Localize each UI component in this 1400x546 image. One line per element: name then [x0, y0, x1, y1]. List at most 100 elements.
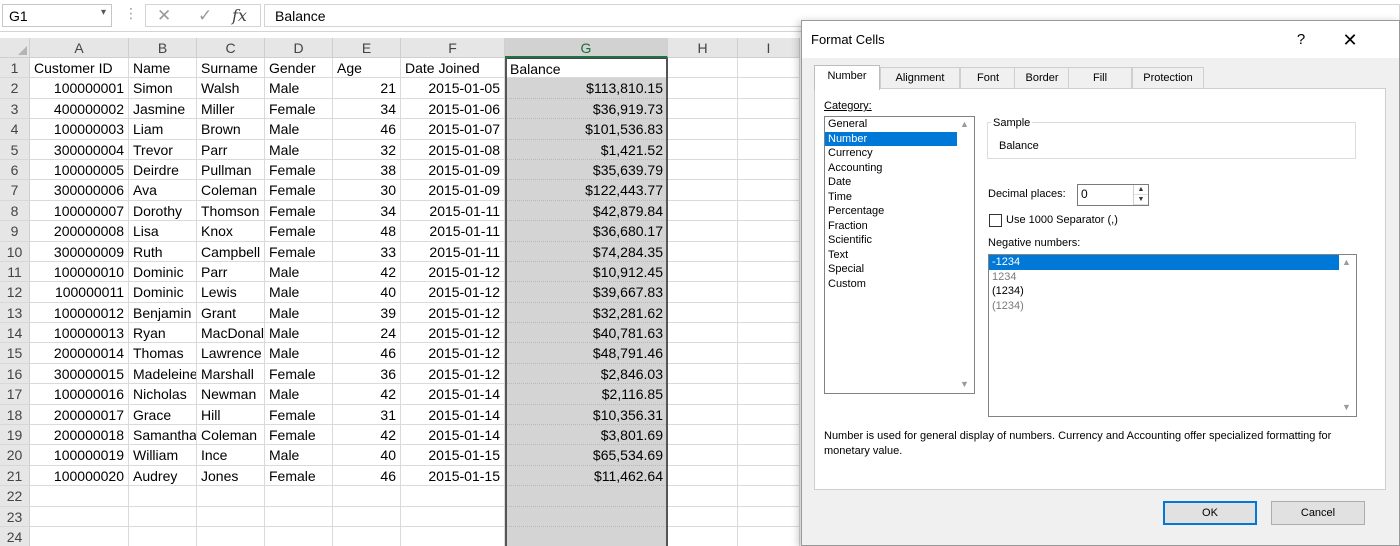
cell-i4[interactable] [738, 119, 800, 140]
cell-d5[interactable]: Male [265, 139, 333, 160]
cell-c21[interactable]: Jones [197, 465, 265, 487]
scroll-up-icon[interactable]: ▲ [960, 119, 969, 129]
cell-e13[interactable]: 39 [333, 302, 401, 324]
cell-g2[interactable]: $113,810.15 [505, 78, 668, 99]
cell-e1[interactable]: Age [333, 58, 401, 79]
cell-i22[interactable] [738, 486, 800, 507]
cell-f14[interactable]: 2015-01-12 [401, 323, 505, 344]
cell-d15[interactable]: Male [265, 343, 333, 364]
cell-d1[interactable]: Gender [265, 58, 333, 79]
cell-c24[interactable] [197, 526, 265, 546]
cell-f4[interactable]: 2015-01-07 [401, 119, 505, 140]
cell-a21[interactable]: 100000020 [30, 465, 129, 487]
cell-h6[interactable] [668, 159, 738, 181]
cell-b16[interactable]: Madeleine [129, 363, 197, 385]
cell-b21[interactable]: Audrey [129, 465, 197, 487]
cell-a16[interactable]: 300000015 [30, 363, 129, 385]
cell-h14[interactable] [668, 323, 738, 344]
cell-h13[interactable] [668, 302, 738, 324]
cell-h10[interactable] [668, 241, 738, 262]
cell-c11[interactable]: Parr [197, 261, 265, 283]
cell-g15[interactable]: $48,791.46 [505, 343, 668, 364]
row-header[interactable]: 10 [0, 241, 30, 262]
cell-a3[interactable]: 400000002 [30, 98, 129, 120]
row-header[interactable]: 9 [0, 221, 30, 242]
cell-e9[interactable]: 48 [333, 221, 401, 242]
close-button[interactable]: ✕ [1332, 27, 1368, 53]
cell-g12[interactable]: $39,667.83 [505, 282, 668, 303]
cell-d24[interactable] [265, 526, 333, 546]
thousand-separator-label[interactable]: Use 1000 Separator (,) [1006, 214, 1118, 226]
cell-g1[interactable]: Balance [505, 58, 668, 79]
cell-b3[interactable]: Jasmine [129, 98, 197, 120]
cell-f7[interactable]: 2015-01-09 [401, 180, 505, 201]
cell-h4[interactable] [668, 119, 738, 140]
cell-f12[interactable]: 2015-01-12 [401, 282, 505, 303]
cell-h15[interactable] [668, 343, 738, 364]
negative-numbers-list[interactable]: -1234 1234 (1234) (1234) ▲ ▼ [988, 254, 1357, 417]
cell-e14[interactable]: 24 [333, 323, 401, 344]
cell-e16[interactable]: 36 [333, 363, 401, 385]
row-header[interactable]: 15 [0, 343, 30, 364]
cell-g10[interactable]: $74,284.35 [505, 241, 668, 262]
cell-a15[interactable]: 200000014 [30, 343, 129, 364]
category-text[interactable]: Text [825, 248, 957, 263]
category-list[interactable]: General Number Currency Accounting Date Time P… [824, 116, 975, 394]
row-header[interactable]: 20 [0, 445, 30, 466]
row-header[interactable]: 24 [0, 526, 30, 546]
cell-d19[interactable]: Female [265, 425, 333, 446]
category-general[interactable]: General [825, 117, 957, 132]
column-header-h[interactable]: H [668, 38, 738, 58]
cell-g14[interactable]: $40,781.63 [505, 323, 668, 344]
cell-g13[interactable]: $32,281.62 [505, 302, 668, 324]
negative-option[interactable]: (1234) [989, 284, 1339, 299]
cell-i23[interactable] [738, 506, 800, 527]
column-header-g[interactable]: G [505, 38, 668, 58]
cell-c3[interactable]: Miller [197, 98, 265, 120]
cell-c7[interactable]: Coleman [197, 180, 265, 201]
cell-f10[interactable]: 2015-01-11 [401, 241, 505, 262]
cell-i8[interactable] [738, 200, 800, 222]
cell-f2[interactable]: 2015-01-05 [401, 78, 505, 99]
cell-e21[interactable]: 46 [333, 465, 401, 487]
cell-e4[interactable]: 46 [333, 119, 401, 140]
cell-g22[interactable] [505, 486, 668, 507]
row-header[interactable]: 14 [0, 323, 30, 344]
cell-e2[interactable]: 21 [333, 78, 401, 99]
row-header[interactable]: 19 [0, 425, 30, 446]
cell-c9[interactable]: Knox [197, 221, 265, 242]
cell-d3[interactable]: Female [265, 98, 333, 120]
cell-d21[interactable]: Female [265, 465, 333, 487]
cell-g18[interactable]: $10,356.31 [505, 404, 668, 426]
cell-c5[interactable]: Parr [197, 139, 265, 160]
cell-a17[interactable]: 100000016 [30, 384, 129, 405]
cell-b9[interactable]: Lisa [129, 221, 197, 242]
cell-c1[interactable]: Surname [197, 58, 265, 79]
cell-e6[interactable]: 38 [333, 159, 401, 181]
cell-g19[interactable]: $3,801.69 [505, 425, 668, 446]
decimal-places-stepper[interactable]: 0 ▲ ▼ [1077, 184, 1149, 206]
column-header-b[interactable]: B [129, 38, 197, 58]
cell-d23[interactable] [265, 506, 333, 527]
cell-c19[interactable]: Coleman [197, 425, 265, 446]
category-currency[interactable]: Currency [825, 146, 957, 161]
cell-b14[interactable]: Ryan [129, 323, 197, 344]
cell-c17[interactable]: Newman [197, 384, 265, 405]
cell-b10[interactable]: Ruth [129, 241, 197, 262]
cell-c22[interactable] [197, 486, 265, 507]
cell-i17[interactable] [738, 384, 800, 405]
select-all-corner[interactable] [0, 38, 30, 58]
cell-c14[interactable]: MacDonal [197, 323, 265, 344]
cell-c10[interactable]: Campbell [197, 241, 265, 262]
decimal-spinner[interactable]: ▲ ▼ [1133, 185, 1148, 205]
category-custom[interactable]: Custom [825, 277, 957, 292]
cell-d12[interactable]: Male [265, 282, 333, 303]
scroll-up-icon[interactable]: ▲ [1342, 257, 1351, 267]
cell-e19[interactable]: 42 [333, 425, 401, 446]
cell-h2[interactable] [668, 78, 738, 99]
cell-a2[interactable]: 100000001 [30, 78, 129, 99]
cell-e22[interactable] [333, 486, 401, 507]
cell-e11[interactable]: 42 [333, 261, 401, 283]
row-header[interactable]: 2 [0, 78, 30, 99]
cell-c13[interactable]: Grant [197, 302, 265, 324]
